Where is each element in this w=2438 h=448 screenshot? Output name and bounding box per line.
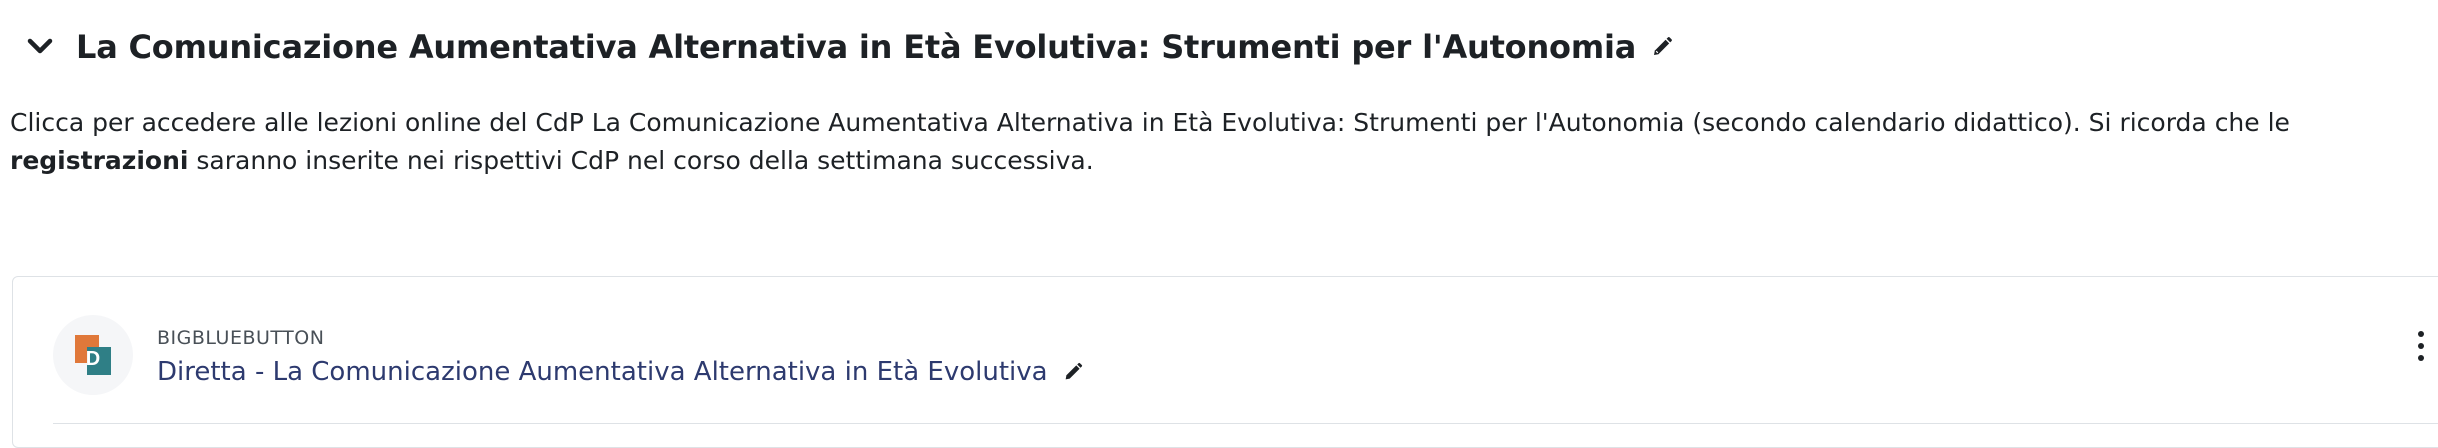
- activity-card: D BIGBLUEBUTTON Diretta - La Comunicazio…: [12, 276, 2438, 448]
- more-vertical-icon[interactable]: [2411, 331, 2431, 361]
- section-summary: Clicca per accedere alle lezioni online …: [10, 104, 2430, 180]
- section-header: La Comunicazione Aumentativa Alternativa…: [26, 28, 1674, 66]
- pencil-icon[interactable]: [1650, 35, 1674, 59]
- pencil-icon[interactable]: [1062, 361, 1084, 383]
- summary-bold-text: registrazioni: [10, 146, 189, 175]
- summary-text-end: saranno inserite nei rispettivi CdP nel …: [188, 146, 1094, 175]
- activity-name-row: Diretta - La Comunicazione Aumentativa A…: [157, 357, 1084, 387]
- divider: [53, 423, 2438, 424]
- summary-text: Clicca per accedere alle lezioni online …: [10, 108, 2290, 137]
- activity-link[interactable]: Diretta - La Comunicazione Aumentativa A…: [157, 357, 1048, 387]
- activity-type-label: BIGBLUEBUTTON: [157, 327, 325, 349]
- chevron-down-icon[interactable]: [26, 33, 54, 61]
- svg-text:D: D: [86, 348, 100, 370]
- section-title[interactable]: La Comunicazione Aumentativa Alternativa…: [76, 28, 1636, 66]
- bigbluebutton-icon: D: [53, 315, 133, 395]
